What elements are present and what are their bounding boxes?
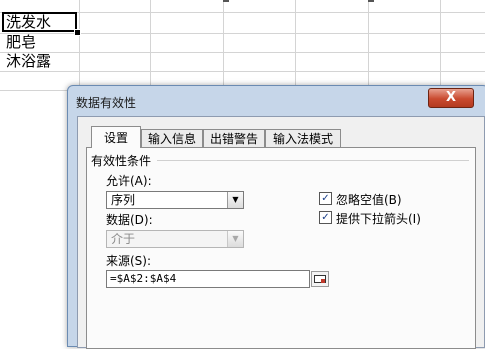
row-divider bbox=[0, 33, 485, 34]
allow-select-value: 序列 bbox=[111, 193, 136, 207]
allow-select[interactable]: 序列 ▼ bbox=[106, 191, 244, 209]
section-divider bbox=[157, 160, 469, 161]
settings-panel: 有效性条件 允许(A): 序列 ▼ 数据(D): 介于 ▼ ✓ 忽略空值(B) … bbox=[86, 147, 476, 349]
row-divider bbox=[0, 71, 485, 72]
row-divider bbox=[0, 52, 485, 53]
ignore-blank-label[interactable]: 忽略空值(B) bbox=[336, 191, 402, 208]
data-validation-dialog: 数据有效性 X 设置 输入信息 出错警告 输入法模式 有效性条件 允许(A): … bbox=[67, 85, 485, 349]
section-title: 有效性条件 bbox=[91, 154, 152, 168]
data-select[interactable]: 介于 ▼ bbox=[106, 230, 244, 248]
tab-ime-mode[interactable]: 输入法模式 bbox=[265, 129, 341, 147]
in-cell-dropdown-label[interactable]: 提供下拉箭头(I) bbox=[336, 210, 421, 227]
close-button[interactable]: X bbox=[428, 88, 474, 108]
tab-error-alert[interactable]: 出错警告 bbox=[203, 129, 265, 147]
fill-handle[interactable] bbox=[74, 29, 81, 36]
cell-a3[interactable]: 肥皂 bbox=[6, 33, 36, 52]
tab-input-message[interactable]: 输入信息 bbox=[141, 129, 203, 147]
active-cell-selection[interactable] bbox=[2, 12, 77, 32]
cell-a4[interactable]: 沐浴露 bbox=[6, 52, 51, 71]
source-label: 来源(S): bbox=[106, 254, 152, 268]
collapse-dialog-icon[interactable] bbox=[311, 271, 329, 287]
data-label: 数据(D): bbox=[106, 213, 153, 227]
tab-settings[interactable]: 设置 bbox=[91, 126, 141, 148]
chevron-down-icon[interactable]: ▼ bbox=[227, 192, 243, 208]
column-header-fragment bbox=[223, 0, 229, 6]
ignore-blank-checkbox[interactable]: ✓ bbox=[319, 192, 332, 205]
column-header-fragment bbox=[368, 0, 374, 6]
dialog-title: 数据有效性 bbox=[76, 96, 137, 110]
allow-label: 允许(A): bbox=[106, 174, 152, 188]
in-cell-dropdown-checkbox[interactable]: ✓ bbox=[319, 211, 332, 224]
dialog-body: 设置 输入信息 出错警告 输入法模式 有效性条件 允许(A): 序列 ▼ 数据(… bbox=[77, 116, 485, 349]
data-select-value: 介于 bbox=[111, 232, 136, 246]
chevron-down-icon[interactable]: ▼ bbox=[227, 231, 243, 247]
source-input[interactable]: =$A$2:$A$4 bbox=[106, 270, 310, 288]
